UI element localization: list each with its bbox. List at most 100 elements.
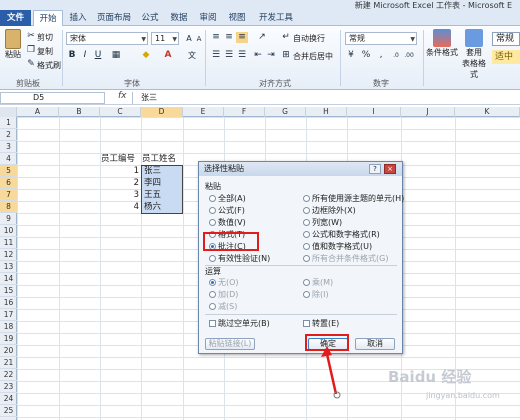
radio-op-multiply[interactable]: 乘(M) (303, 278, 333, 288)
percent-icon[interactable]: % (360, 50, 372, 61)
align-left-icon[interactable]: ☰ (210, 50, 222, 61)
tab-insert[interactable]: 插入 (66, 10, 90, 26)
column-header[interactable]: J (401, 107, 455, 117)
column-header[interactable]: B (59, 107, 100, 117)
row-header[interactable]: 25 (0, 405, 17, 417)
row-header[interactable]: 13 (0, 261, 17, 273)
column-header[interactable]: C (100, 107, 141, 117)
row-header[interactable]: 17 (0, 309, 17, 321)
radio-paste-all[interactable]: 全部(A) (209, 194, 246, 204)
column-header[interactable]: H (306, 107, 347, 117)
decrease-indent-icon[interactable]: ⇤ (252, 50, 264, 61)
radio-op-add[interactable]: 加(D) (209, 290, 238, 300)
select-all-corner[interactable] (0, 107, 17, 117)
comma-icon[interactable]: , (375, 50, 387, 61)
row-header[interactable]: 23 (0, 381, 17, 393)
checkbox-transpose[interactable]: 转置(E) (303, 319, 339, 329)
cell-d5[interactable]: 张三 (144, 165, 161, 177)
cell-c7[interactable]: 3 (101, 189, 139, 201)
row-header[interactable]: 9 (0, 213, 17, 225)
row-header[interactable]: 5 (0, 165, 17, 177)
align-right-icon[interactable]: ☰ (236, 50, 248, 61)
radio-op-none[interactable]: 无(O) (209, 278, 239, 288)
row-header[interactable]: 6 (0, 177, 17, 189)
align-center-icon[interactable]: ☰ (223, 50, 235, 61)
row-header[interactable]: 12 (0, 249, 17, 261)
tab-page-layout[interactable]: 页面布局 (94, 10, 134, 26)
format-painter-button[interactable]: 格式刷 (37, 60, 61, 71)
row-header[interactable]: 18 (0, 321, 17, 333)
currency-icon[interactable]: ¥ (345, 50, 357, 61)
row-header[interactable]: 22 (0, 369, 17, 381)
cell-c6[interactable]: 2 (101, 177, 139, 189)
cell-c8[interactable]: 4 (101, 201, 139, 213)
column-header[interactable]: A (17, 107, 59, 117)
merge-center-button[interactable]: 合并后居中 (293, 51, 333, 62)
row-header[interactable]: 11 (0, 237, 17, 249)
style-medium[interactable]: 适中 (492, 50, 520, 64)
fx-icon[interactable]: fx (118, 91, 127, 101)
align-bottom-icon[interactable]: ≡ (236, 32, 248, 43)
cell-c4[interactable]: 员工编号 (101, 153, 135, 165)
number-format-select[interactable]: 常规 ▼ (345, 32, 417, 45)
underline-icon[interactable]: U (92, 50, 104, 61)
radio-paste-no-borders[interactable]: 边框除外(X) (303, 206, 356, 216)
row-header[interactable]: 19 (0, 333, 17, 345)
paste-button[interactable]: 粘贴 (3, 29, 23, 60)
cut-button[interactable]: 剪切 (37, 32, 53, 43)
radio-paste-column-widths[interactable]: 列宽(W) (303, 218, 342, 228)
row-header[interactable]: 4 (0, 153, 17, 165)
column-header[interactable]: G (265, 107, 306, 117)
border-icon[interactable]: ▦ (110, 50, 122, 61)
cell-d8[interactable]: 杨六 (144, 201, 161, 213)
name-box[interactable]: D5 (0, 92, 105, 104)
tab-formulas[interactable]: 公式 (138, 10, 162, 26)
tab-home[interactable]: 开始 (33, 10, 63, 27)
fill-color-icon[interactable]: ◆ (140, 50, 152, 61)
align-middle-icon[interactable]: ≡ (223, 32, 235, 43)
row-header[interactable]: 20 (0, 345, 17, 357)
shrink-font-icon[interactable]: A (193, 34, 205, 45)
cancel-button[interactable]: 取消 (355, 338, 395, 350)
decrease-decimal-icon[interactable]: .00 (403, 50, 415, 61)
font-color-icon[interactable]: A (162, 50, 174, 61)
row-header[interactable]: 10 (0, 225, 17, 237)
cell-c5[interactable]: 1 (101, 165, 139, 177)
row-header[interactable]: 15 (0, 285, 17, 297)
bold-icon[interactable]: B (66, 50, 78, 61)
formula-input[interactable]: 张三 (132, 92, 520, 104)
radio-paste-values-number[interactable]: 值和数字格式(U) (303, 242, 372, 252)
tab-review[interactable]: 审阅 (196, 10, 220, 26)
tab-view[interactable]: 视图 (225, 10, 249, 26)
column-header[interactable]: K (455, 107, 520, 117)
row-header[interactable]: 16 (0, 297, 17, 309)
row-header[interactable]: 1 (0, 117, 17, 129)
row-header[interactable]: 2 (0, 129, 17, 141)
orientation-icon[interactable]: ↗ (256, 32, 268, 43)
increase-indent-icon[interactable]: ⇥ (265, 50, 277, 61)
row-header[interactable]: 3 (0, 141, 17, 153)
row-header[interactable]: 8 (0, 201, 17, 213)
column-header[interactable]: F (224, 107, 265, 117)
cell-d6[interactable]: 李四 (144, 177, 161, 189)
row-header[interactable]: 24 (0, 393, 17, 405)
cell-d7[interactable]: 王五 (144, 189, 161, 201)
copy-button[interactable]: 复制 (37, 46, 53, 57)
row-header[interactable]: 21 (0, 357, 17, 369)
radio-paste-formulas[interactable]: 公式(F) (209, 206, 245, 216)
font-size-select[interactable]: 11 ▼ (151, 32, 179, 45)
cell-d4[interactable]: 员工姓名 (142, 153, 176, 165)
style-normal[interactable]: 常规 (492, 32, 520, 46)
radio-paste-merge-conditional[interactable]: 所有合并条件格式(G) (303, 254, 388, 264)
radio-paste-source-theme[interactable]: 所有使用源主题的单元(H) (303, 194, 404, 204)
row-header[interactable]: 7 (0, 189, 17, 201)
column-header[interactable]: I (347, 107, 401, 117)
tab-file[interactable]: 文件 (0, 10, 31, 26)
column-header[interactable]: E (183, 107, 224, 117)
wrap-text-button[interactable]: 自动换行 (293, 33, 325, 44)
close-button[interactable]: × (384, 164, 396, 174)
radio-op-divide[interactable]: 除(I) (303, 290, 329, 300)
italic-icon[interactable]: I (79, 50, 91, 61)
radio-paste-formulas-number[interactable]: 公式和数字格式(R) (303, 230, 380, 240)
tab-data[interactable]: 数据 (167, 10, 191, 26)
